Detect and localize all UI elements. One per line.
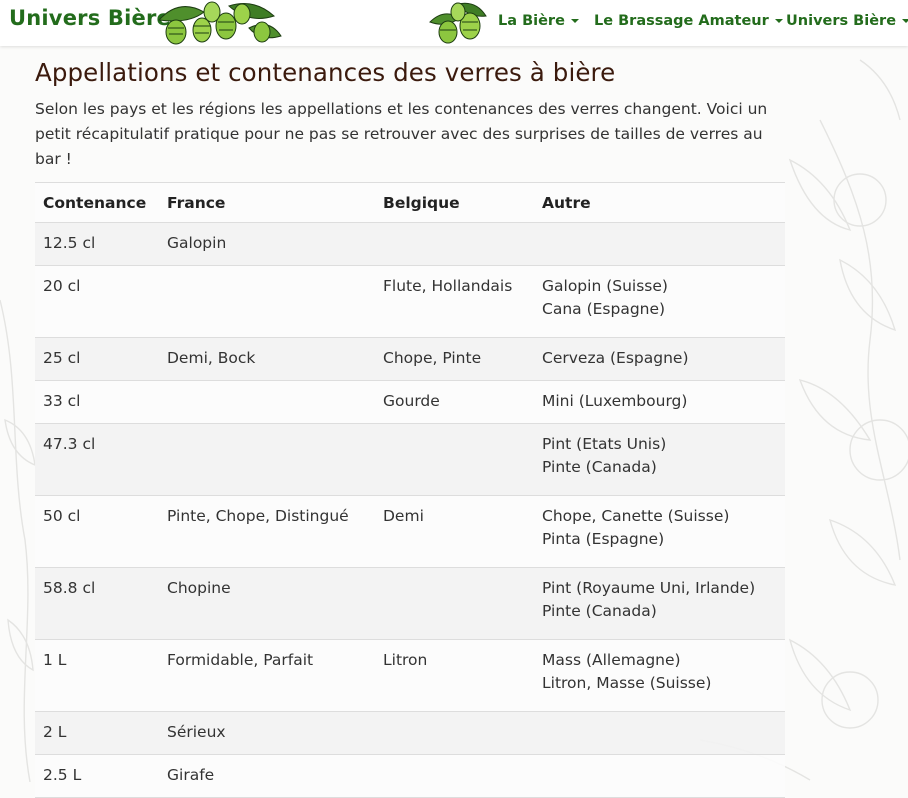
- cell-autre: Pint (Royaume Uni, Irlande) Pinte (Canada…: [534, 567, 785, 640]
- table-row: 58.8 cl Chopine Pint (Royaume Uni, Irlande…: [35, 567, 785, 640]
- cell-contenance: 47.3 cl: [35, 423, 159, 496]
- nav-la-biere[interactable]: La Bière: [498, 13, 579, 29]
- cell-autre: Mass (Allemagne) Litron, Masse (Suisse): [534, 639, 785, 712]
- table-body: 12.5 cl Galopin 20 cl Flute, Hollandais Galo…: [35, 222, 785, 798]
- header-autre: Autre: [534, 182, 785, 223]
- table-row: 50 cl Pinte, Chope, Distingué Demi Chope, C…: [35, 495, 785, 568]
- autre-entry: Galopin (Suisse): [542, 277, 668, 295]
- cell-autre: [534, 754, 785, 798]
- autre-entry: Pinte (Canada): [542, 602, 657, 620]
- nav-univers-biere-label: Univers Bière: [786, 13, 897, 29]
- nav-univers-biere[interactable]: Univers Bière: [786, 13, 908, 29]
- nav-brassage-amateur[interactable]: Le Brassage Amateur: [594, 13, 783, 29]
- cell-belgique: [375, 222, 534, 266]
- cell-autre: Cerveza (Espagne): [534, 337, 785, 381]
- table-row: 2.5 L Girafe: [35, 754, 785, 798]
- main-content: Appellations et contenances des verres à…: [35, 58, 785, 798]
- cell-france: Chopine: [159, 567, 375, 640]
- header-contenance: Contenance: [35, 182, 159, 223]
- cell-belgique: Chope, Pinte: [375, 337, 534, 381]
- autre-entry: Mini (Luxembourg): [542, 392, 688, 410]
- nav-brassage-amateur-label: Le Brassage Amateur: [594, 13, 769, 29]
- chevron-down-icon: [570, 19, 579, 23]
- cell-contenance: 2 L: [35, 711, 159, 755]
- autre-entry: Mass (Allemagne): [542, 651, 681, 669]
- cell-contenance: 58.8 cl: [35, 567, 159, 640]
- cell-france: [159, 265, 375, 338]
- cell-belgique: Flute, Hollandais: [375, 265, 534, 338]
- cell-belgique: Demi: [375, 495, 534, 568]
- cell-france: Girafe: [159, 754, 375, 798]
- autre-entry: Pint (Royaume Uni, Irlande): [542, 579, 756, 597]
- table-row: 47.3 cl Pint (Etats Unis) Pinte (Canada): [35, 423, 785, 496]
- hops-right-icon: [429, 2, 487, 44]
- autre-entry: Pinta (Espagne): [542, 530, 665, 548]
- cell-belgique: [375, 423, 534, 496]
- header-france: France: [159, 182, 375, 223]
- cell-belgique: [375, 567, 534, 640]
- cell-france: Pinte, Chope, Distingué: [159, 495, 375, 568]
- autre-entry: Litron, Masse (Suisse): [542, 674, 712, 692]
- table-row: 1 L Formidable, Parfait Litron Mass (Allema…: [35, 639, 785, 712]
- cell-france: Demi, Bock: [159, 337, 375, 381]
- cell-autre: Galopin (Suisse) Cana (Espagne): [534, 265, 785, 338]
- cell-france: [159, 380, 375, 424]
- cell-contenance: 2.5 L: [35, 754, 159, 798]
- cell-france: Sérieux: [159, 711, 375, 755]
- cell-france: Formidable, Parfait: [159, 639, 375, 712]
- table-row: 12.5 cl Galopin: [35, 222, 785, 266]
- table-row: 33 cl Gourde Mini (Luxembourg): [35, 380, 785, 424]
- autre-entry: Chope, Canette (Suisse): [542, 507, 730, 525]
- cell-contenance: 25 cl: [35, 337, 159, 381]
- cell-belgique: Gourde: [375, 380, 534, 424]
- chevron-down-icon: [774, 19, 783, 23]
- top-navbar: Univers Bière La Bière Le Brassage Amate…: [0, 0, 908, 46]
- cell-contenance: 12.5 cl: [35, 222, 159, 266]
- page-title: Appellations et contenances des verres à…: [35, 58, 616, 87]
- autre-entry: Pint (Etats Unis): [542, 435, 667, 453]
- cell-belgique: [375, 711, 534, 755]
- header-belgique: Belgique: [375, 182, 534, 223]
- cell-autre: Mini (Luxembourg): [534, 380, 785, 424]
- table-header-row: Contenance France Belgique Autre: [35, 182, 785, 223]
- autre-entry: Cana (Espagne): [542, 300, 666, 318]
- cell-contenance: 50 cl: [35, 495, 159, 568]
- cell-france: [159, 423, 375, 496]
- cell-contenance: 1 L: [35, 639, 159, 712]
- brand-logo[interactable]: Univers Bière: [9, 6, 171, 30]
- glass-sizes-table: Contenance France Belgique Autre 12.5 cl…: [35, 182, 785, 798]
- hops-left-icon: [157, 1, 282, 45]
- cell-autre: Chope, Canette (Suisse) Pinta (Espagne): [534, 495, 785, 568]
- cell-contenance: 33 cl: [35, 380, 159, 424]
- cell-france: Galopin: [159, 222, 375, 266]
- autre-entry: Cerveza (Espagne): [542, 349, 689, 367]
- table-row: 25 cl Demi, Bock Chope, Pinte Cerveza (Espa…: [35, 337, 785, 381]
- cell-autre: [534, 711, 785, 755]
- cell-belgique: Litron: [375, 639, 534, 712]
- cell-autre: Pint (Etats Unis) Pinte (Canada): [534, 423, 785, 496]
- table-row: 2 L Sérieux: [35, 711, 785, 755]
- nav-la-biere-label: La Bière: [498, 13, 565, 29]
- cell-belgique: [375, 754, 534, 798]
- table-row: 20 cl Flute, Hollandais Galopin (Suisse) Ca…: [35, 265, 785, 338]
- page-intro: Selon les pays et les régions les appell…: [35, 100, 768, 168]
- chevron-down-icon: [902, 19, 908, 23]
- autre-entry: Pinte (Canada): [542, 458, 657, 476]
- cell-autre: [534, 222, 785, 266]
- cell-contenance: 20 cl: [35, 265, 159, 338]
